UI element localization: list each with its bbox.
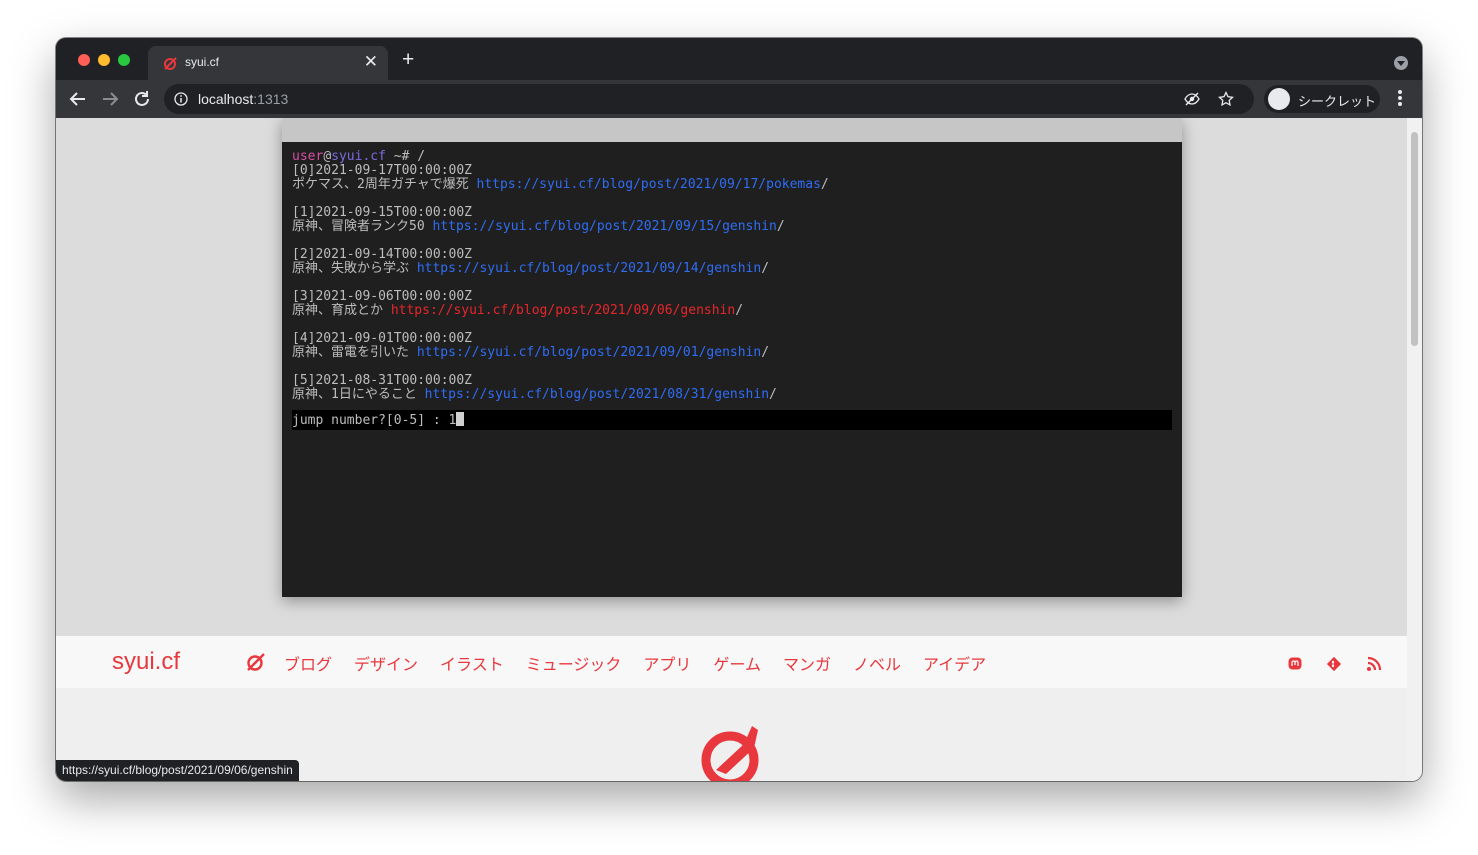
- status-bar-url: https://syui.cf/blog/post/2021/09/06/gen…: [56, 760, 299, 781]
- tab-search-chevron-icon[interactable]: [1394, 56, 1408, 70]
- kebab-menu-icon[interactable]: [1393, 88, 1407, 110]
- syui-logo-icon[interactable]: [246, 652, 266, 672]
- entry-link[interactable]: https://syui.cf/blog/post/2021/09/14/gen…: [417, 261, 761, 276]
- terminal-output: user@syui.cf ~# / [0]2021-09-17T00:00:00…: [292, 150, 1172, 430]
- nav-link-idea[interactable]: アイデア: [923, 651, 986, 675]
- mastodon-icon[interactable]: [1287, 656, 1303, 672]
- toolbar: localhost:1313 シークレット: [56, 80, 1422, 118]
- plus-icon[interactable]: +: [402, 49, 414, 71]
- site-brand-link[interactable]: syui.cf: [112, 648, 180, 676]
- entry-link[interactable]: https://syui.cf/blog/post/2021/09/01/gen…: [417, 345, 761, 360]
- syui-logo-icon: [164, 57, 177, 70]
- syui-logo-icon: [701, 726, 759, 781]
- nav-link-app[interactable]: アプリ: [643, 651, 691, 675]
- nav-link-illust[interactable]: イラスト: [440, 651, 504, 675]
- nav-link-blog[interactable]: ブログ: [284, 651, 332, 675]
- entry-date: [0]2021-09-17T00:00:00Z: [292, 163, 473, 178]
- minimize-window-button[interactable]: [98, 54, 110, 66]
- close-window-button[interactable]: [78, 54, 90, 66]
- entry-link[interactable]: https://syui.cf/blog/post/2021/09/17/pok…: [477, 177, 821, 192]
- entry-line: 原神、育成とか https://syui.cf/blog/post/2021/0…: [292, 303, 744, 318]
- browser-window: syui.cf ✕ + localhost:1313 シークレット user@s…: [56, 38, 1422, 781]
- git-icon[interactable]: [1326, 656, 1342, 672]
- terminal-cursor: [456, 412, 465, 426]
- jump-number-input[interactable]: jump number?[0-5] : 1: [292, 410, 1172, 430]
- reload-icon[interactable]: [131, 88, 153, 110]
- entry-line: 原神、雷電を引いた https://syui.cf/blog/post/2021…: [292, 345, 770, 360]
- terminal-window: user@syui.cf ~# / [0]2021-09-17T00:00:00…: [282, 118, 1182, 597]
- back-arrow-icon[interactable]: [67, 88, 89, 110]
- incognito-label: シークレット: [1298, 94, 1377, 109]
- site-navbar: syui.cf ブログ デザイン イラスト ミュージック アプリ ゲーム マンガ…: [56, 636, 1407, 688]
- entry-date: [4]2021-09-01T00:00:00Z: [292, 331, 473, 346]
- entry-link[interactable]: https://syui.cf/blog/post/2021/08/31/gen…: [425, 387, 769, 402]
- address-bar[interactable]: localhost:1313: [164, 84, 1254, 114]
- entry-date: [3]2021-09-06T00:00:00Z: [292, 289, 473, 304]
- terminal-titlebar: [282, 118, 1182, 142]
- nav-link-novel[interactable]: ノベル: [853, 651, 901, 675]
- incognito-profile-button[interactable]: シークレット: [1264, 85, 1380, 113]
- nav-link-game[interactable]: ゲーム: [713, 651, 761, 675]
- star-icon[interactable]: [1218, 91, 1234, 107]
- tab-title: syui.cf: [185, 55, 220, 69]
- entry-date: [1]2021-09-15T00:00:00Z: [292, 205, 473, 220]
- nav-link-manga[interactable]: マンガ: [783, 651, 831, 675]
- entry-date: [5]2021-08-31T00:00:00Z: [292, 373, 473, 388]
- url-text: localhost:1313: [198, 91, 289, 107]
- zoom-window-button[interactable]: [118, 54, 130, 66]
- close-icon[interactable]: ✕: [364, 51, 378, 73]
- forward-arrow-icon[interactable]: [99, 88, 121, 110]
- scrollbar-thumb[interactable]: [1411, 132, 1418, 346]
- eye-slash-icon[interactable]: [1184, 91, 1200, 107]
- nav-link-design[interactable]: デザイン: [354, 651, 418, 675]
- entry-line: 原神、冒険者ランク50 https://syui.cf/blog/post/20…: [292, 219, 785, 234]
- entry-link[interactable]: https://syui.cf/blog/post/2021/09/15/gen…: [432, 219, 776, 234]
- entry-line: 原神、1日にやること https://syui.cf/blog/post/202…: [292, 387, 777, 402]
- site-nav-links: ブログ デザイン イラスト ミュージック アプリ ゲーム マンガ ノベル アイデ…: [284, 651, 1008, 675]
- entry-link-hovered[interactable]: https://syui.cf/blog/post/2021/09/06/gen…: [391, 303, 735, 318]
- terminal-prompt: user@syui.cf ~# /: [292, 149, 426, 164]
- entry-line: ポケマス、2周年ガチャで爆死 https://syui.cf/blog/post…: [292, 177, 829, 192]
- info-icon[interactable]: [174, 92, 188, 106]
- tab-syui[interactable]: syui.cf ✕: [148, 46, 388, 80]
- entry-date: [2]2021-09-14T00:00:00Z: [292, 247, 473, 262]
- rss-icon[interactable]: [1366, 656, 1382, 672]
- nav-link-music[interactable]: ミュージック: [526, 651, 622, 675]
- page-scrollbar[interactable]: [1407, 118, 1422, 781]
- entry-line: 原神、失敗から学ぶ https://syui.cf/blog/post/2021…: [292, 261, 770, 276]
- tab-strip: syui.cf ✕ +: [56, 38, 1422, 80]
- page-viewport: user@syui.cf ~# / [0]2021-09-17T00:00:00…: [56, 118, 1422, 781]
- incognito-icon: [1268, 88, 1290, 110]
